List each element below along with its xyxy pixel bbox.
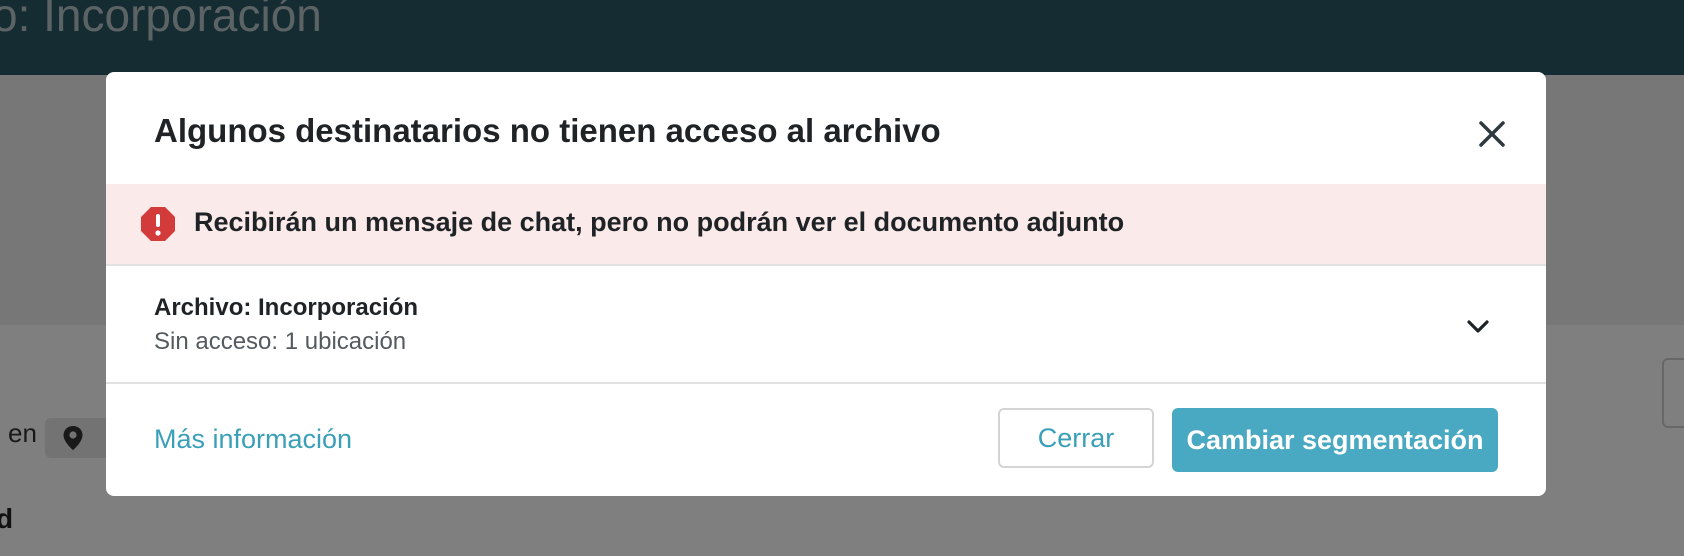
dialog-footer: Más información Cerrar Cambiar segmentac… [106,384,1546,496]
dialog-header: Algunos destinatarios no tienen acceso a… [106,72,1546,184]
more-info-link[interactable]: Más información [154,424,352,455]
alert-octagon-icon [141,207,175,241]
close-icon [1479,121,1505,147]
access-warning-dialog: Algunos destinatarios no tienen acceso a… [106,72,1546,496]
file-access-row[interactable]: Archivo: Incorporación Sin acceso: 1 ubi… [106,266,1546,384]
page: o: Incorporación en d Algunos destinatar… [0,0,1684,556]
chevron-down-icon[interactable] [1464,312,1492,340]
close-dialog-button[interactable]: Cerrar [998,408,1154,468]
warning-alert: Recibirán un mensaje de chat, pero no po… [106,184,1546,266]
alert-message: Recibirán un mensaje de chat, pero no po… [194,207,1125,237]
change-targeting-button[interactable]: Cambiar segmentación [1172,408,1498,472]
close-button[interactable] [1470,112,1514,156]
dialog-title: Algunos destinatarios no tienen acceso a… [154,112,941,149]
file-access-summary: Sin acceso: 1 ubicación [154,328,407,355]
file-name: Archivo: Incorporación [154,294,419,321]
